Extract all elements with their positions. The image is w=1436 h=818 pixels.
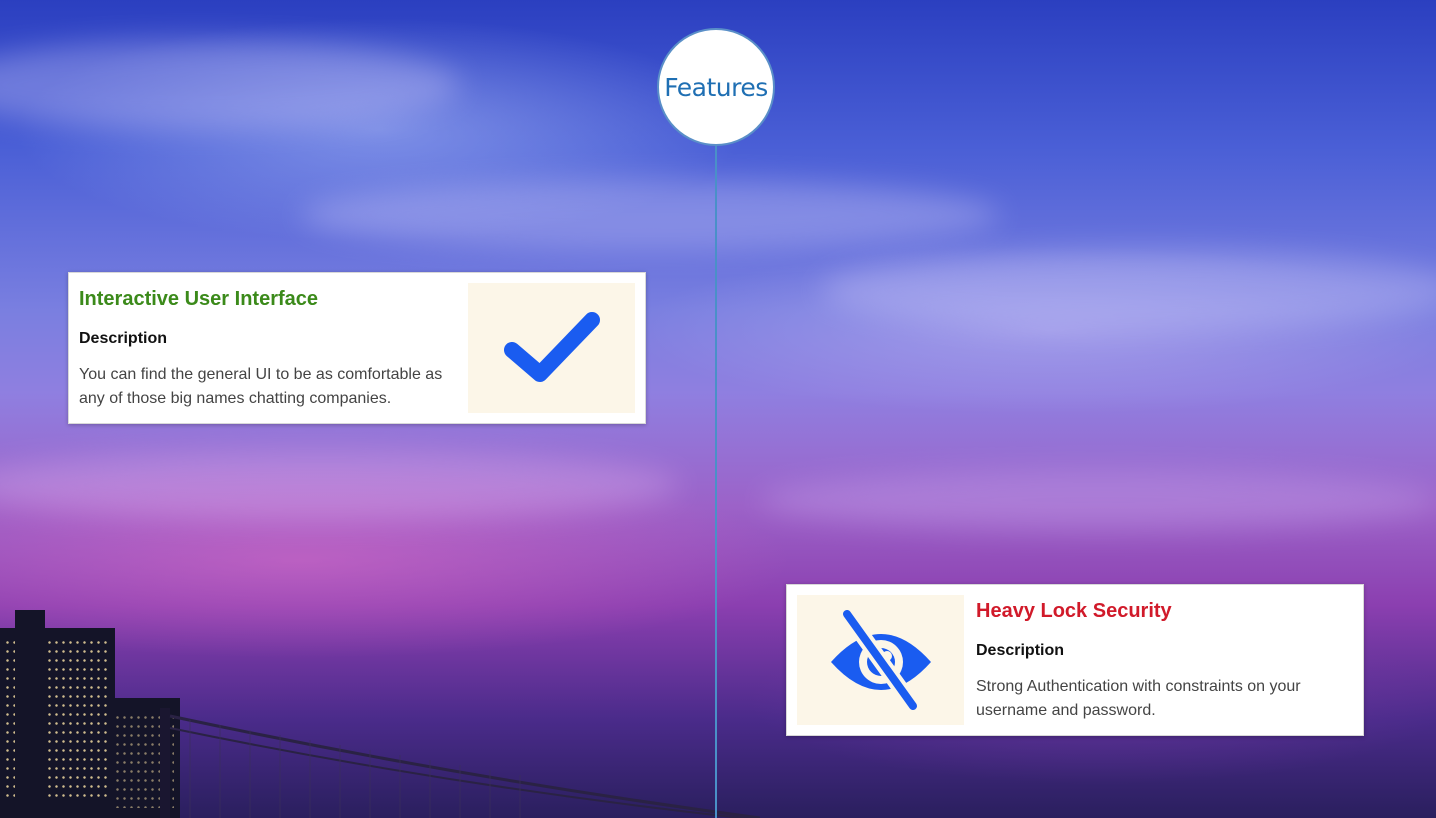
feature-title: Interactive User Interface — [79, 288, 319, 310]
cloud-streak — [0, 450, 680, 520]
cloud-streak — [0, 40, 460, 130]
bridge-silhouette — [160, 708, 760, 818]
cloud-streak — [820, 250, 1436, 330]
features-header-circle: Features — [657, 28, 775, 146]
eye-slash-icon — [830, 610, 931, 710]
feature-card-text: Interactive User Interface Description Y… — [79, 285, 459, 411]
city-skyline — [0, 608, 180, 818]
feature-card-heavy-lock-security: Heavy Lock Security Description Strong A… — [786, 584, 1364, 736]
check-icon — [503, 312, 600, 382]
features-header-label: Features — [664, 72, 768, 102]
feature-subtitle: Description — [976, 642, 1065, 659]
feature-icon-box — [468, 283, 635, 413]
feature-subtitle: Description — [79, 330, 168, 347]
feature-description: Strong Authentication with constraints o… — [976, 678, 1301, 719]
feature-title: Heavy Lock Security — [976, 600, 1172, 622]
feature-icon-box — [797, 595, 964, 725]
features-page: Features Interactive User Interface Desc… — [0, 0, 1436, 818]
feature-card-interactive-ui: Interactive User Interface Description Y… — [68, 272, 646, 424]
feature-description: You can find the general UI to be as com… — [79, 366, 443, 407]
cloud-streak — [300, 180, 1000, 250]
cloud-streak — [760, 470, 1436, 530]
feature-card-text: Heavy Lock Security Description Strong A… — [976, 597, 1356, 723]
timeline-line — [715, 140, 717, 818]
